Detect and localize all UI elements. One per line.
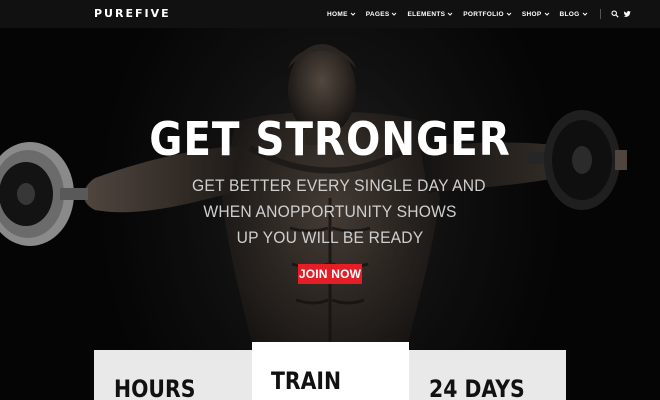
feature-card-title: 24 DAYS [429,375,525,400]
chevron-down-icon [350,12,356,16]
chevron-down-icon [582,12,587,16]
chevron-down-icon [392,12,397,16]
nav-item-blog[interactable]: BLOG [560,11,588,18]
search-icon[interactable] [610,10,619,18]
nav-item-label: PORTFOLIO [463,10,504,18]
hero-subtitle: GET BETTER EVERY SINGLE DAY AND WHEN ANO… [192,173,486,251]
feature-card-title: TRAIN [271,367,342,395]
nav-item-pages[interactable]: PAGES [366,11,398,18]
nav-item-label: SHOP [521,10,542,18]
hero-subtitle-line: WHEN ANOPPORTUNITY SHOWS [203,202,457,221]
nav-item-label: ELEMENTS [407,10,446,18]
nav-item-label: PAGES [365,10,390,18]
hero-subtitle-line: GET BETTER EVERY SINGLE DAY AND [192,176,486,195]
twitter-icon[interactable] [623,10,631,18]
chevron-down-icon [544,12,549,16]
nav-item-portfolio[interactable]: PORTFOLIO [463,11,512,18]
feature-card-24-days[interactable]: 24 DAYS [409,350,566,400]
main-nav: HOME PAGES ELEMENTS PORTFOLIO SHOP BLOG [327,0,631,28]
top-navbar: PUREFIVE HOME PAGES ELEMENTS PORTFOLIO S… [0,0,660,28]
nav-item-elements[interactable]: ELEMENTS [407,11,453,18]
site-logo[interactable]: PUREFIVE [94,6,171,22]
hero-subtitle-line: UP YOU WILL BE READY [236,228,424,247]
feature-card-title: HOURS [114,375,196,400]
feature-card-train[interactable]: TRAIN [252,342,409,400]
nav-item-shop[interactable]: SHOP [522,11,550,18]
hero-title: GET STRONGER [149,112,511,166]
nav-divider [599,9,601,19]
join-now-button[interactable]: JOIN NOW [298,264,362,284]
nav-item-label: BLOG [559,10,580,18]
nav-item-label: HOME [327,10,348,18]
feature-card-hours[interactable]: HOURS [94,350,252,400]
chevron-down-icon [506,12,512,16]
nav-item-home[interactable]: HOME [327,11,356,18]
chevron-down-icon [447,12,453,16]
